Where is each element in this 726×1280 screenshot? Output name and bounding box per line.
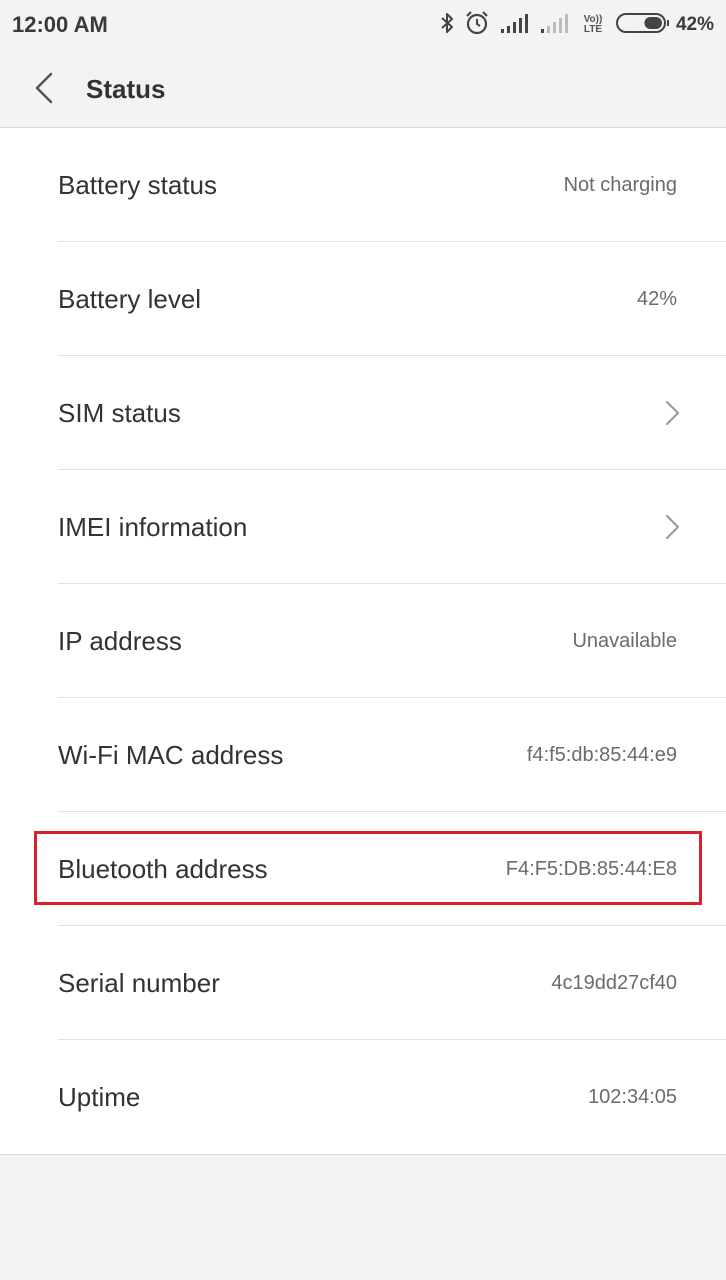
status-list: Battery status Not charging Battery leve… <box>0 128 726 1155</box>
chevron-right-icon <box>664 514 680 540</box>
row-label: Battery level <box>58 284 202 314</box>
row-value: f4:f5:db:85:44:e9 <box>526 744 677 766</box>
app-bar: Status <box>0 50 726 128</box>
status-icons: Vo)) LTE 42% <box>430 10 714 40</box>
row-value: 42% <box>636 288 677 310</box>
row-label: IP address <box>58 626 182 656</box>
row-serial-number[interactable]: Serial number 4c19dd27cf40 <box>0 926 726 1040</box>
lte-label: LTE <box>583 24 603 35</box>
row-label: Bluetooth address <box>58 854 268 884</box>
battery-percent: 42% <box>675 14 714 35</box>
row-sim-status[interactable]: SIM status <box>0 356 726 470</box>
signal-weak-icon <box>540 12 570 39</box>
row-label: Wi-Fi MAC address <box>58 740 284 770</box>
row-label: IMEI information <box>58 512 248 542</box>
chevron-right-icon <box>664 400 680 426</box>
row-ip-address[interactable]: IP address Unavailable <box>0 584 726 698</box>
row-value: Not charging <box>563 174 677 196</box>
row-bluetooth-address[interactable]: Bluetooth address F4:F5:DB:85:44:E8 <box>0 812 726 926</box>
signal-strong-icon <box>500 12 530 39</box>
battery-icon <box>615 12 670 39</box>
row-wifi-mac-address[interactable]: Wi-Fi MAC address f4:f5:db:85:44:e9 <box>0 698 726 812</box>
row-value: 102:34:05 <box>588 1086 677 1108</box>
row-imei-information[interactable]: IMEI information <box>0 470 726 584</box>
row-value: Unavailable <box>572 630 677 652</box>
volte-icon: Vo)) LTE <box>580 15 606 35</box>
row-value: F4:F5:DB:85:44:E8 <box>505 858 677 880</box>
page-title: Status <box>86 74 166 104</box>
back-button[interactable] <box>22 68 66 112</box>
status-time: 12:00 AM <box>12 12 108 37</box>
row-uptime[interactable]: Uptime 102:34:05 <box>0 1040 726 1154</box>
row-battery-level[interactable]: Battery level 42% <box>0 242 726 356</box>
status-bar: 12:00 AM Vo)) LTE 42% <box>0 0 726 50</box>
row-label: SIM status <box>58 398 181 428</box>
alarm-icon <box>464 10 490 41</box>
row-label: Battery status <box>58 170 217 200</box>
bluetooth-icon <box>440 11 454 40</box>
row-label: Serial number <box>58 968 220 998</box>
row-value: 4c19dd27cf40 <box>551 972 677 994</box>
row-label: Uptime <box>58 1082 141 1112</box>
chevron-left-icon <box>34 72 54 109</box>
row-battery-status[interactable]: Battery status Not charging <box>0 128 726 242</box>
